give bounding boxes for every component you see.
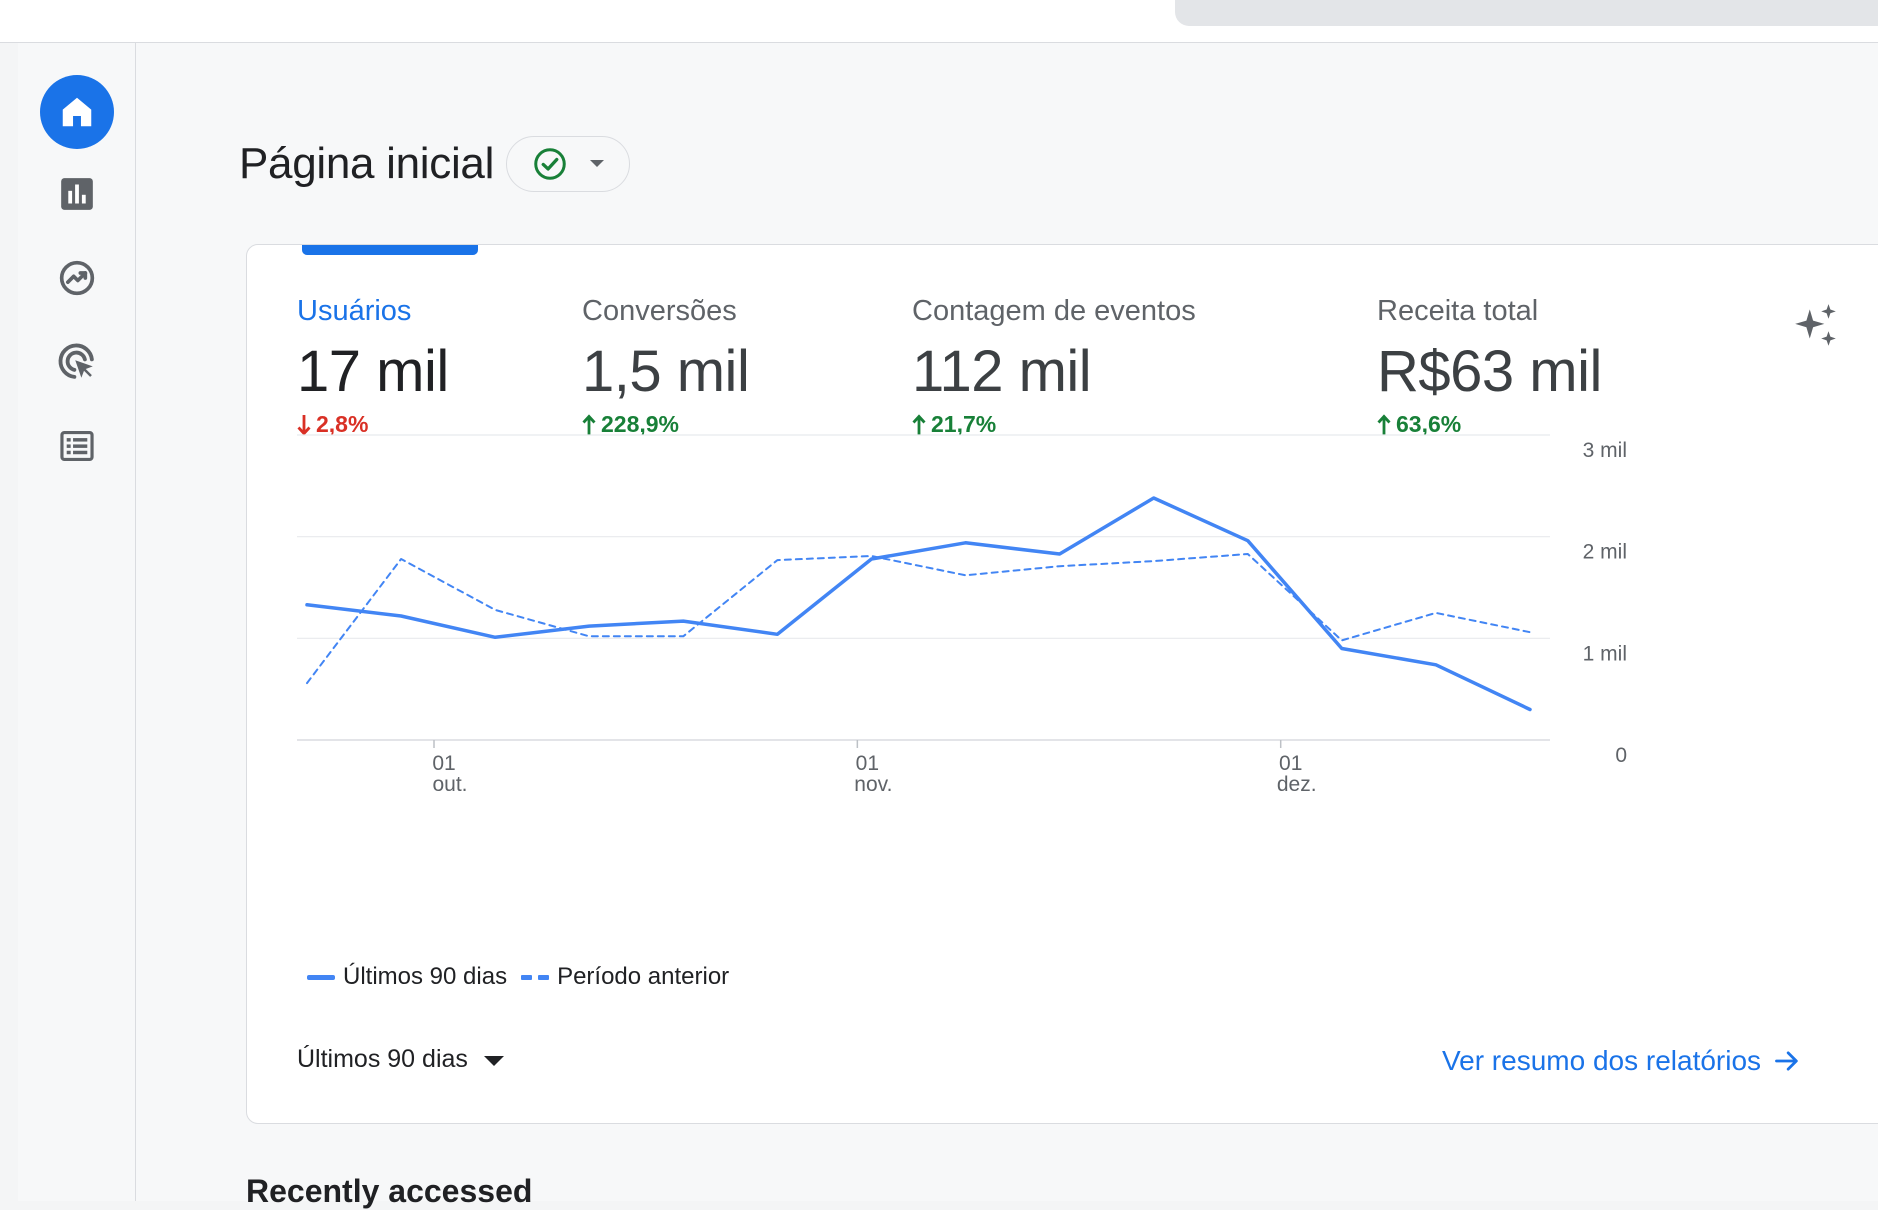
- x-tick-day: 01: [432, 752, 455, 775]
- chart-legend: Últimos 90 dias Período anterior: [307, 963, 729, 991]
- home-icon: [62, 97, 92, 127]
- insights-sparkle-button[interactable]: [1791, 301, 1841, 356]
- metric-label: Usuários: [297, 295, 412, 327]
- data-status-dropdown[interactable]: [506, 136, 631, 192]
- advertising-icon: [58, 343, 94, 379]
- search-bar[interactable]: [1175, 0, 1878, 26]
- x-tick-day: 01: [1279, 752, 1302, 775]
- view-reports-label: Ver resumo dos relatórios: [1442, 1045, 1762, 1076]
- top-bar: [0, 0, 1878, 43]
- date-range-selector[interactable]: Últimos 90 dias: [297, 1045, 504, 1074]
- x-tick-month: dez.: [1277, 773, 1317, 796]
- metric-label: Conversões: [582, 295, 737, 327]
- view-reports-link[interactable]: Ver resumo dos relatórios: [1442, 1045, 1801, 1077]
- y-tick-label: 2 mil: [1583, 541, 1627, 564]
- y-tick-label: 0: [1615, 744, 1627, 767]
- rail-item-reports[interactable]: [40, 157, 114, 231]
- chevron-down-icon: [590, 160, 605, 167]
- y-tick-label: 1 mil: [1583, 642, 1627, 665]
- metric-tab-conversions[interactable]: Conversões 1,5 mil 228,9%: [582, 295, 750, 438]
- rail-item-advertising[interactable]: [40, 325, 114, 399]
- users-line-chart: 01 mil2 mil3 mil01out.01nov.01dez.: [297, 434, 1627, 796]
- series-line-current: [305, 496, 1532, 712]
- y-tick-label: 3 mil: [1583, 439, 1627, 462]
- configure-icon: [60, 430, 94, 462]
- metric-tab-total-revenue[interactable]: Receita total R$63 mil 63,6%: [1377, 295, 1602, 438]
- overview-card: Usuários 17 mil 2,8% Conversões 1,5 mil …: [246, 244, 1878, 1124]
- page-header: Página inicial: [239, 133, 631, 195]
- date-range-label: Últimos 90 dias: [297, 1045, 468, 1073]
- metric-value: R$63 mil: [1377, 339, 1602, 404]
- legend-label-current: Últimos 90 dias: [343, 963, 508, 990]
- x-tick-month: out.: [432, 773, 467, 796]
- metric-label: Receita total: [1377, 295, 1539, 327]
- legend-label-previous: Período anterior: [557, 963, 730, 990]
- metric-tab-users[interactable]: Usuários 17 mil 2,8%: [297, 295, 449, 438]
- metric-value: 112 mil: [912, 339, 1092, 404]
- navigation-rail: [18, 43, 136, 1201]
- metric-value: 1,5 mil: [582, 339, 750, 404]
- legend-solid-swatch: [307, 974, 335, 980]
- metric-tab-event-count[interactable]: Contagem de eventos 112 mil 21,7%: [912, 295, 1196, 438]
- main-content: Página inicial Usuários 17 mil 2,8% Conv…: [136, 43, 1878, 1209]
- series-line-previous: [306, 553, 1531, 685]
- rail-item-configure[interactable]: [40, 409, 114, 483]
- sparkle-icon: [1795, 304, 1836, 346]
- recently-accessed-title: Recently accessed: [246, 1173, 533, 1209]
- rail-item-home[interactable]: [40, 75, 114, 149]
- explore-icon: [59, 260, 95, 296]
- legend-dashed-swatch: [521, 974, 550, 980]
- x-tick-month: nov.: [854, 773, 892, 796]
- rail-item-explore[interactable]: [40, 241, 114, 315]
- caret-down-icon: [483, 1056, 504, 1066]
- x-tick-day: 01: [856, 752, 879, 775]
- page-title: Página inicial: [239, 139, 495, 188]
- metric-label: Contagem de eventos: [912, 295, 1196, 327]
- check-circle-icon: [534, 148, 566, 180]
- arrow-right-icon: [1775, 1051, 1798, 1071]
- reports-icon: [61, 178, 93, 210]
- selected-tab-indicator: [302, 245, 478, 255]
- metric-value: 17 mil: [297, 339, 449, 404]
